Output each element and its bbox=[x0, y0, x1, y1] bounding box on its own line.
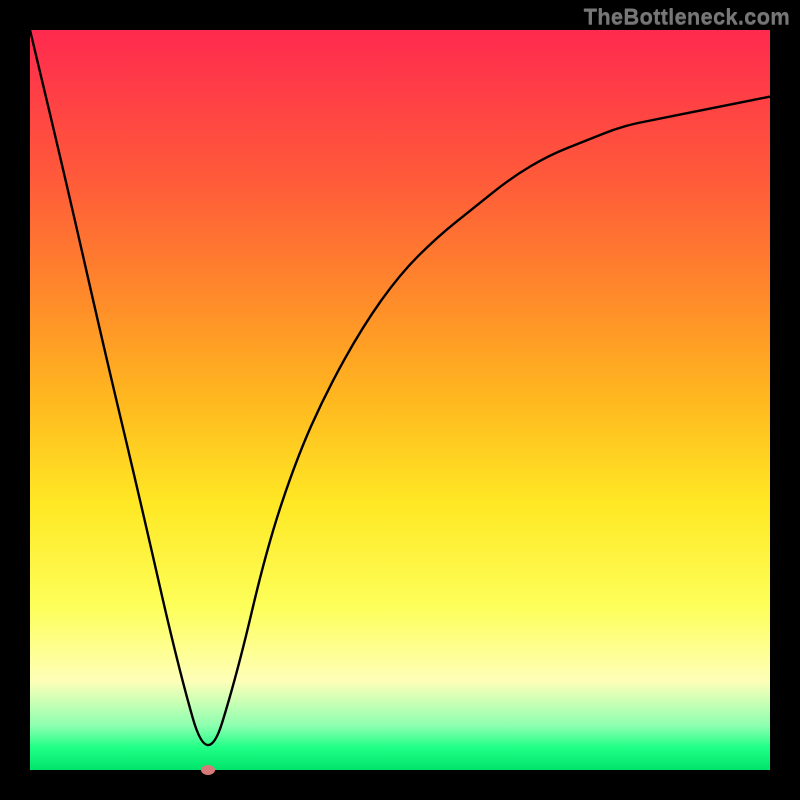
optimal-point-marker bbox=[201, 765, 215, 775]
plot-area bbox=[30, 30, 770, 770]
bottleneck-curve bbox=[30, 30, 770, 770]
watermark-text: TheBottleneck.com bbox=[584, 4, 790, 30]
chart-frame: TheBottleneck.com bbox=[0, 0, 800, 800]
